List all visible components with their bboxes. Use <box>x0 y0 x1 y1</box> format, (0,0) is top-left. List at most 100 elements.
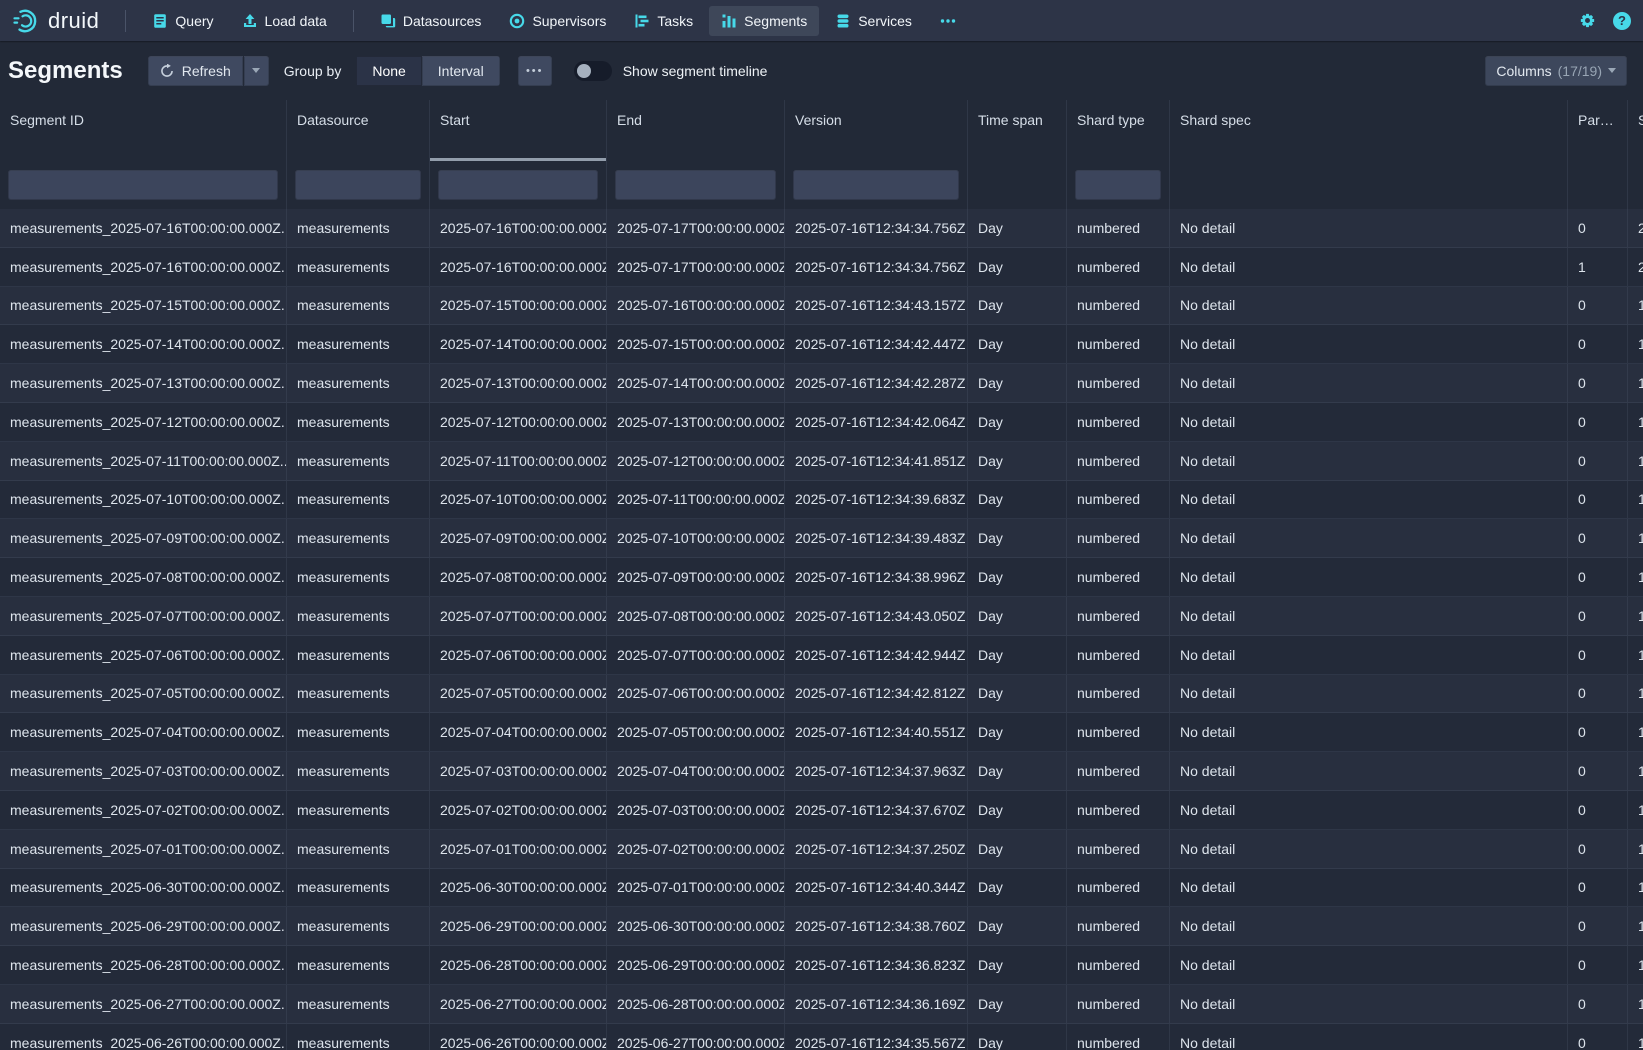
cell-shard_spec[interactable]: No detail <box>1170 209 1568 247</box>
cell-datasource[interactable]: measurements <box>287 481 430 519</box>
cell-partition[interactable]: 0 <box>1568 869 1628 907</box>
cell-shard_type[interactable]: numbered <box>1067 675 1170 713</box>
cell-start[interactable]: 2025-07-16T00:00:00.000Z <box>430 209 607 247</box>
cell-start[interactable]: 2025-07-16T00:00:00.000Z <box>430 248 607 286</box>
cell-datasource[interactable]: measurements <box>287 946 430 984</box>
cell-shard_type[interactable]: numbered <box>1067 597 1170 635</box>
cell-segment_id[interactable]: measurements_2025-06-26T00:00:00.000Z... <box>0 1024 287 1050</box>
cell-size[interactable]: 1 <box>1628 946 1643 984</box>
cell-time_span[interactable]: Day <box>968 985 1067 1023</box>
cell-start[interactable]: 2025-07-14T00:00:00.000Z <box>430 325 607 363</box>
cell-datasource[interactable]: measurements <box>287 636 430 674</box>
filter-input-datasource[interactable] <box>295 170 421 200</box>
group-by-option-interval[interactable]: Interval <box>422 56 500 86</box>
cell-shard_type[interactable]: numbered <box>1067 442 1170 480</box>
cell-version[interactable]: 2025-07-16T12:34:36.169Z <box>785 985 968 1023</box>
cell-partition[interactable]: 0 <box>1568 791 1628 829</box>
cell-start[interactable]: 2025-07-09T00:00:00.000Z <box>430 519 607 557</box>
column-header-partition[interactable]: Partition <box>1568 100 1628 161</box>
cell-size[interactable]: 1 <box>1628 907 1643 945</box>
cell-start[interactable]: 2025-06-28T00:00:00.000Z <box>430 946 607 984</box>
cell-size[interactable]: 1 <box>1628 442 1643 480</box>
cell-end[interactable]: 2025-07-01T00:00:00.000Z <box>607 869 785 907</box>
cell-size[interactable]: 1 <box>1628 481 1643 519</box>
cell-end[interactable]: 2025-07-07T00:00:00.000Z <box>607 636 785 674</box>
cell-size[interactable]: 1 <box>1628 558 1643 596</box>
nav-item-query[interactable]: Query <box>140 6 225 36</box>
cell-time_span[interactable]: Day <box>968 1024 1067 1050</box>
cell-end[interactable]: 2025-07-08T00:00:00.000Z <box>607 597 785 635</box>
cell-datasource[interactable]: measurements <box>287 907 430 945</box>
cell-shard_type[interactable]: numbered <box>1067 558 1170 596</box>
filter-input-end[interactable] <box>615 170 776 200</box>
cell-start[interactable]: 2025-07-15T00:00:00.000Z <box>430 287 607 325</box>
cell-version[interactable]: 2025-07-16T12:34:43.157Z <box>785 287 968 325</box>
cell-size[interactable]: 1 <box>1628 791 1643 829</box>
cell-shard_spec[interactable]: No detail <box>1170 403 1568 441</box>
cell-start[interactable]: 2025-07-07T00:00:00.000Z <box>430 597 607 635</box>
cell-segment_id[interactable]: measurements_2025-06-29T00:00:00.000Z... <box>0 907 287 945</box>
cell-version[interactable]: 2025-07-16T12:34:37.670Z <box>785 791 968 829</box>
cell-time_span[interactable]: Day <box>968 869 1067 907</box>
cell-segment_id[interactable]: measurements_2025-07-02T00:00:00.000Z... <box>0 791 287 829</box>
cell-end[interactable]: 2025-07-11T00:00:00.000Z <box>607 481 785 519</box>
cell-version[interactable]: 2025-07-16T12:34:36.823Z <box>785 946 968 984</box>
cell-datasource[interactable]: measurements <box>287 752 430 790</box>
cell-version[interactable]: 2025-07-16T12:34:41.851Z <box>785 442 968 480</box>
cell-shard_type[interactable]: numbered <box>1067 713 1170 751</box>
cell-shard_type[interactable]: numbered <box>1067 481 1170 519</box>
cell-partition[interactable]: 0 <box>1568 713 1628 751</box>
cell-shard_type[interactable]: numbered <box>1067 791 1170 829</box>
cell-time_span[interactable]: Day <box>968 791 1067 829</box>
cell-end[interactable]: 2025-07-16T00:00:00.000Z <box>607 287 785 325</box>
cell-time_span[interactable]: Day <box>968 675 1067 713</box>
cell-shard_type[interactable]: numbered <box>1067 209 1170 247</box>
cell-datasource[interactable]: measurements <box>287 519 430 557</box>
cell-size[interactable]: 1 <box>1628 752 1643 790</box>
cell-segment_id[interactable]: measurements_2025-07-09T00:00:00.000Z... <box>0 519 287 557</box>
cell-shard_spec[interactable]: No detail <box>1170 287 1568 325</box>
cell-shard_type[interactable]: numbered <box>1067 985 1170 1023</box>
nav-item-segments[interactable]: Segments <box>709 6 819 36</box>
nav-item-tasks[interactable]: Tasks <box>622 6 705 36</box>
cell-segment_id[interactable]: measurements_2025-07-16T00:00:00.000Z... <box>0 209 287 247</box>
cell-size[interactable]: 2 <box>1628 248 1643 286</box>
cell-end[interactable]: 2025-07-06T00:00:00.000Z <box>607 675 785 713</box>
cell-size[interactable]: 1 <box>1628 1024 1643 1050</box>
cell-shard_spec[interactable]: No detail <box>1170 481 1568 519</box>
cell-version[interactable]: 2025-07-16T12:34:43.050Z <box>785 597 968 635</box>
cell-shard_spec[interactable]: No detail <box>1170 636 1568 674</box>
cell-size[interactable]: 1 <box>1628 325 1643 363</box>
cell-shard_spec[interactable]: No detail <box>1170 597 1568 635</box>
cell-datasource[interactable]: measurements <box>287 597 430 635</box>
cell-start[interactable]: 2025-07-11T00:00:00.000Z <box>430 442 607 480</box>
cell-shard_type[interactable]: numbered <box>1067 248 1170 286</box>
cell-version[interactable]: 2025-07-16T12:34:40.344Z <box>785 869 968 907</box>
more-options-button[interactable]: ••• <box>518 56 552 86</box>
cell-shard_spec[interactable]: No detail <box>1170 713 1568 751</box>
cell-time_span[interactable]: Day <box>968 558 1067 596</box>
cell-segment_id[interactable]: measurements_2025-07-10T00:00:00.000Z... <box>0 481 287 519</box>
cell-size[interactable]: 1 <box>1628 830 1643 868</box>
cell-partition[interactable]: 0 <box>1568 752 1628 790</box>
cell-partition[interactable]: 1 <box>1568 248 1628 286</box>
cell-version[interactable]: 2025-07-16T12:34:39.483Z <box>785 519 968 557</box>
cell-time_span[interactable]: Day <box>968 907 1067 945</box>
cell-start[interactable]: 2025-07-12T00:00:00.000Z <box>430 403 607 441</box>
cell-segment_id[interactable]: measurements_2025-07-08T00:00:00.000Z... <box>0 558 287 596</box>
cell-version[interactable]: 2025-07-16T12:34:39.683Z <box>785 481 968 519</box>
cell-time_span[interactable]: Day <box>968 519 1067 557</box>
cell-segment_id[interactable]: measurements_2025-07-01T00:00:00.000Z... <box>0 830 287 868</box>
cell-partition[interactable]: 0 <box>1568 946 1628 984</box>
cell-time_span[interactable]: Day <box>968 752 1067 790</box>
cell-segment_id[interactable]: measurements_2025-07-13T00:00:00.000Z... <box>0 364 287 402</box>
cell-datasource[interactable]: measurements <box>287 442 430 480</box>
cell-size[interactable]: 1 <box>1628 519 1643 557</box>
cell-end[interactable]: 2025-07-04T00:00:00.000Z <box>607 752 785 790</box>
cell-size[interactable]: 2 <box>1628 209 1643 247</box>
cell-version[interactable]: 2025-07-16T12:34:38.996Z <box>785 558 968 596</box>
cell-shard_type[interactable]: numbered <box>1067 752 1170 790</box>
cell-shard_spec[interactable]: No detail <box>1170 830 1568 868</box>
cell-shard_spec[interactable]: No detail <box>1170 325 1568 363</box>
cell-datasource[interactable]: measurements <box>287 325 430 363</box>
